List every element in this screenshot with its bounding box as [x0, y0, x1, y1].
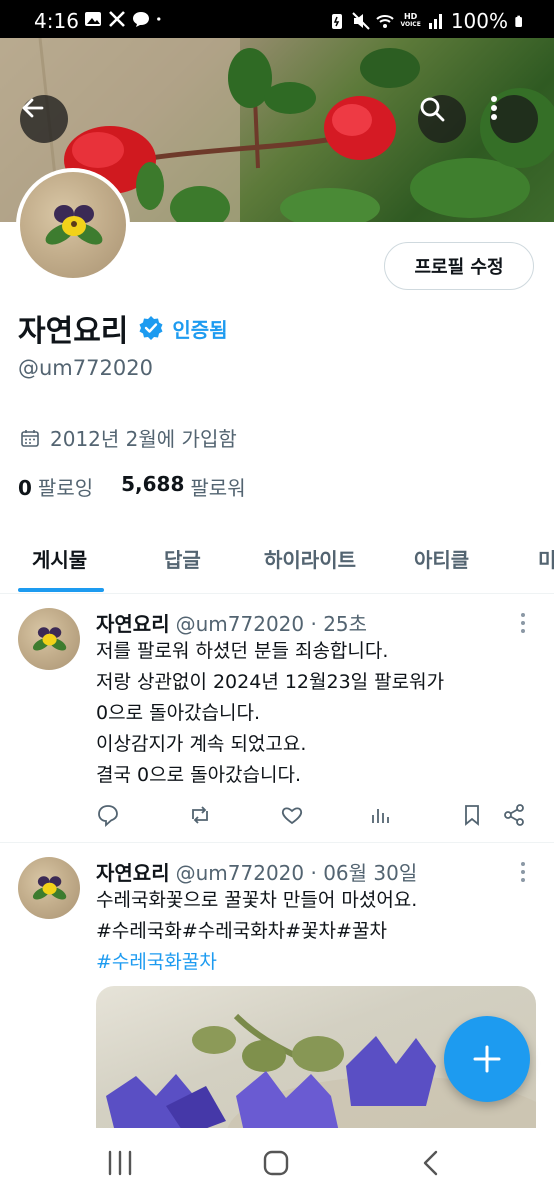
wifi-icon [376, 15, 395, 28]
calendar-icon [21, 429, 39, 447]
avatar-image [20, 172, 126, 278]
hd-voice-indicator: HD VOICE [400, 12, 421, 29]
system-icons: HD VOICE 100% [328, 9, 526, 33]
profile-avatar[interactable] [16, 168, 130, 282]
status-time: 4:16 [34, 9, 79, 33]
arrow-left-icon [22, 98, 44, 118]
profile-tabs: 게시물 답글 하이라이트 아티클 미 [0, 522, 554, 594]
bookmark-icon[interactable] [460, 803, 484, 827]
pansy-image [32, 876, 67, 900]
followers-label: 팔로워 [190, 476, 246, 500]
battery-icon [515, 15, 522, 27]
more-vertical-icon [491, 96, 497, 120]
back-button[interactable] [20, 95, 68, 143]
chat-bubble-icon [133, 12, 149, 27]
search-button[interactable] [418, 95, 466, 143]
reply-icon[interactable] [96, 803, 120, 827]
dot-icon [157, 17, 161, 21]
tweet-text: 수레국화꽃으로 꿀꽃차 만들어 마셨어요. #수레국화#수레국화차#꽃차#꿀차 … [96, 885, 417, 978]
follow-stats: 0 팔로잉 5,688 팔로워 [18, 472, 246, 501]
profile-name-row: 자연요리 인증됨 [18, 306, 228, 350]
notification-icons [84, 10, 166, 28]
home-icon[interactable] [262, 1150, 290, 1176]
system-navigation-bar [0, 1128, 554, 1200]
tweet-more-icon[interactable] [518, 861, 528, 883]
joined-date: 2012년 2월에 가입함 [20, 423, 237, 452]
tweet[interactable]: 자연요리 @um772020 · 25초 저를 팔로워 하셨던 분들 죄송합니다.… [0, 594, 554, 842]
pansy-image [32, 627, 67, 651]
following-count: 0 [18, 476, 32, 500]
followers-link[interactable]: 5,688 팔로워 [121, 472, 245, 501]
followers-count: 5,688 [121, 472, 185, 496]
profile-name: 자연요리 [18, 314, 129, 349]
tweet-avatar[interactable] [18, 857, 80, 919]
mute-icon [352, 12, 371, 30]
tweet-meta: @um772020 · 25초 [175, 612, 368, 636]
tab-posts[interactable]: 게시물 [32, 544, 87, 573]
joined-text: 2012년 2월에 가입함 [50, 427, 237, 451]
active-tab-indicator [18, 588, 104, 592]
repost-icon[interactable] [188, 803, 212, 827]
gallery-icon [85, 12, 101, 26]
profile-handle: @um772020 [18, 356, 153, 380]
tab-articles[interactable]: 아티클 [414, 544, 469, 573]
x-logo-icon [109, 11, 125, 27]
battery-saver-icon [332, 14, 343, 29]
plus-icon [473, 1045, 501, 1073]
share-icon[interactable] [502, 803, 526, 827]
tab-media[interactable]: 미 [538, 544, 554, 573]
status-bar: 4:16 HD VOICE 100% [0, 0, 554, 38]
tweet-header: 자연요리 @um772020 · 25초 [96, 608, 367, 637]
following-label: 팔로잉 [37, 476, 94, 500]
views-icon[interactable] [368, 803, 392, 827]
tweet-text: 저를 팔로워 하셨던 분들 죄송합니다. 저랑 상관없이 2024년 12월23… [96, 640, 445, 786]
tweet-more-icon[interactable] [518, 612, 528, 634]
hashtag-link[interactable]: #수레국화꿀차 [96, 947, 417, 978]
tweet-meta: @um772020 · 06월 30일 [175, 861, 418, 885]
verified-badge-icon[interactable] [138, 315, 164, 341]
edit-profile-button[interactable]: 프로필 수정 [384, 242, 534, 290]
back-nav-icon[interactable] [420, 1150, 442, 1176]
tab-replies[interactable]: 답글 [164, 544, 201, 573]
tab-highlights[interactable]: 하이라이트 [264, 544, 356, 573]
following-link[interactable]: 0 팔로잉 [18, 472, 93, 501]
search-icon [420, 97, 445, 122]
tweet-author-name[interactable]: 자연요리 [96, 612, 170, 636]
tweet-actions [96, 803, 536, 829]
more-options-button[interactable] [490, 95, 538, 143]
tweet-author-name[interactable]: 자연요리 [96, 861, 170, 885]
compose-button[interactable] [444, 1016, 530, 1102]
verified-label[interactable]: 인증됨 [172, 314, 227, 343]
recent-apps-icon[interactable] [106, 1150, 134, 1176]
battery-percent: 100% [450, 9, 508, 33]
pansy-image [45, 205, 103, 245]
signal-icon [428, 14, 442, 29]
tweet-avatar[interactable] [18, 608, 80, 670]
tweet-header: 자연요리 @um772020 · 06월 30일 [96, 857, 417, 886]
like-icon[interactable] [280, 803, 304, 827]
